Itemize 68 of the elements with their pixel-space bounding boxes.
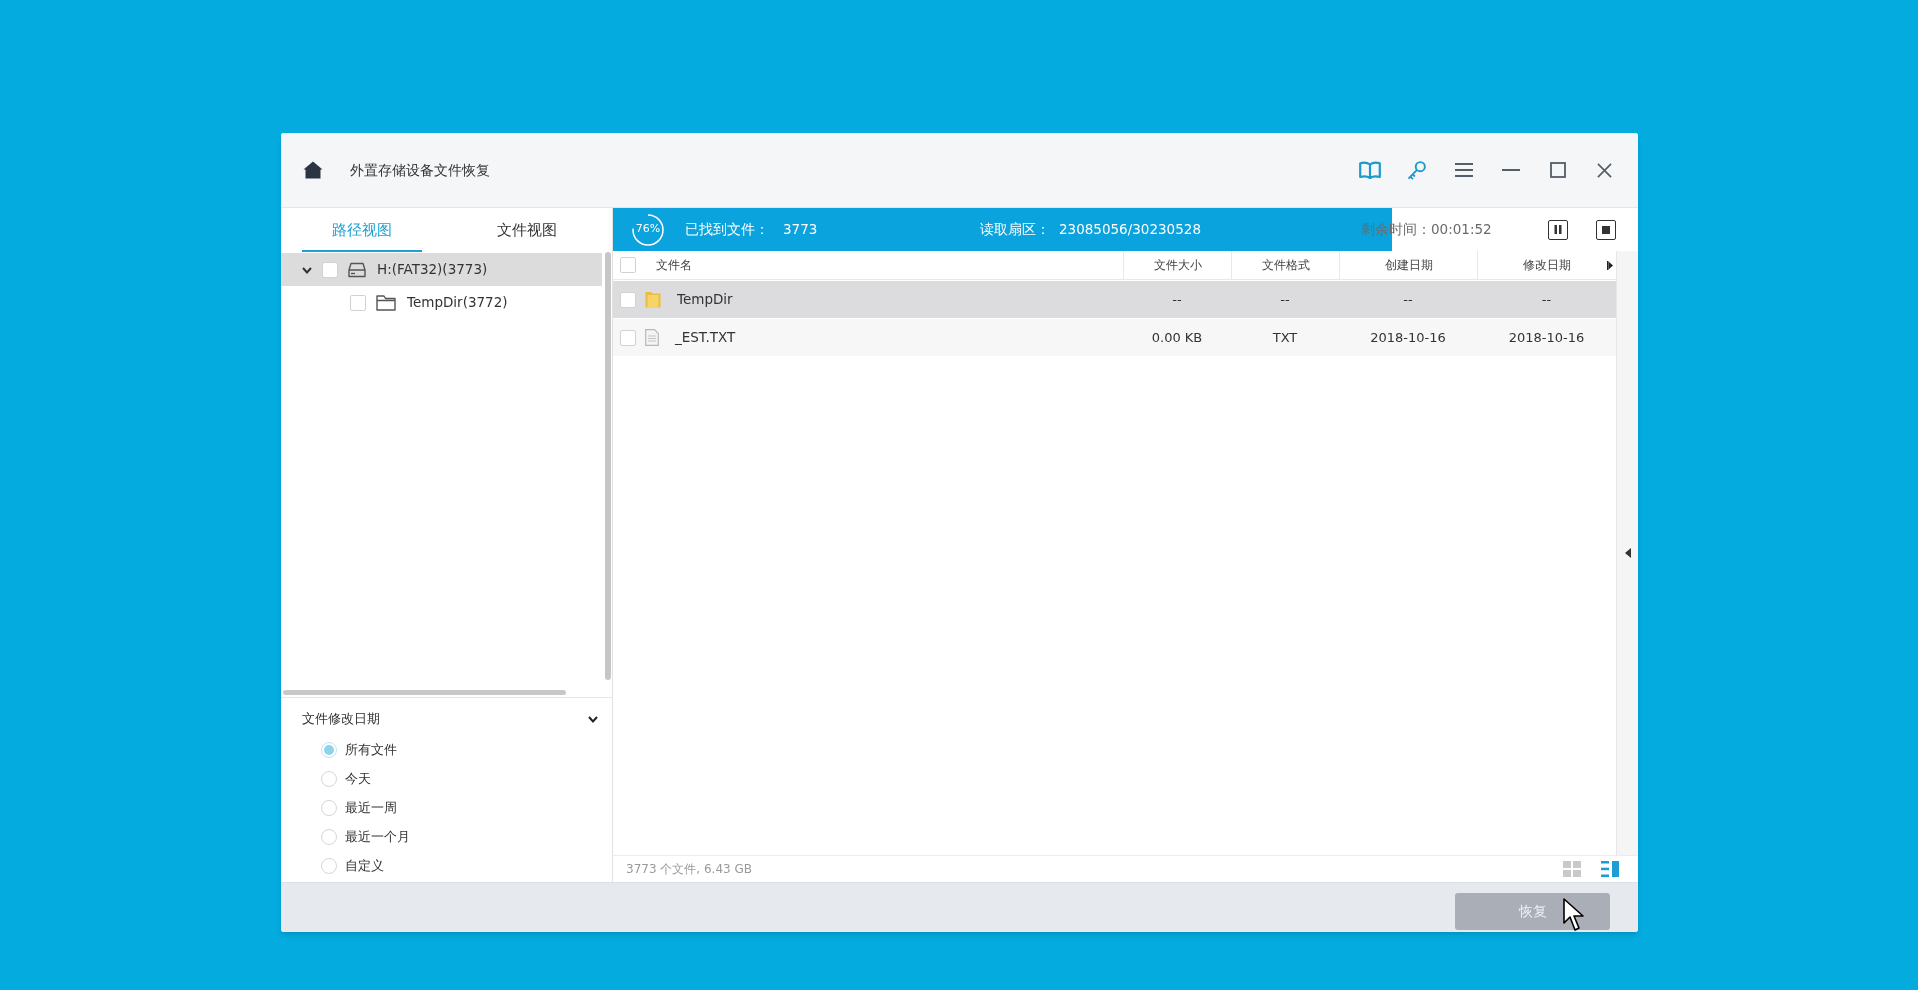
left-triangle-icon [1624, 548, 1631, 558]
key-icon[interactable] [1407, 160, 1426, 180]
radio-label: 今天 [345, 769, 371, 788]
sectors-count: 23085056/30230528 [1059, 220, 1201, 240]
horizontal-scrollbar[interactable] [283, 690, 566, 695]
table-cell-text: 2018-10-16 [1508, 328, 1585, 347]
column-header[interactable]: 文件名 [656, 256, 692, 274]
found-label: 已找到文件： [685, 220, 769, 240]
percent-label: 76% [635, 221, 661, 238]
filter-title: 文件修改日期 [302, 709, 380, 728]
column-header[interactable]: 创建日期 [1384, 256, 1433, 274]
cursor-icon [1563, 898, 1585, 932]
close-icon[interactable] [1597, 162, 1612, 178]
radio-button[interactable] [321, 828, 337, 845]
checkbox[interactable] [350, 294, 366, 311]
maximize-icon[interactable] [1549, 162, 1566, 178]
grid-view-icon[interactable] [1563, 861, 1581, 877]
table-cell-text: -- [1172, 290, 1182, 309]
file-name: TempDir [677, 290, 733, 310]
file-row[interactable]: _EST.TXT 0.00 KB TXT 2018-10-16 2018-10-16 [613, 319, 1616, 356]
tree-label: TempDir(3772) [407, 293, 508, 313]
column-header[interactable]: 修改日期 [1523, 256, 1571, 274]
chevron-icon[interactable] [588, 715, 598, 723]
stop-button[interactable] [1596, 219, 1616, 240]
radio-button[interactable] [321, 741, 337, 758]
table-cell-text: 0.00 KB [1151, 328, 1203, 347]
radio-button[interactable] [321, 770, 337, 787]
checkbox[interactable] [620, 329, 636, 346]
minimize-icon[interactable] [1501, 169, 1520, 171]
radio-label: 自定义 [345, 856, 384, 875]
found-count: 3773 [783, 220, 818, 240]
vertical-scrollbar[interactable] [605, 252, 611, 680]
folder-outline-icon [376, 294, 396, 311]
book-icon[interactable] [1358, 161, 1381, 179]
radio-label: 最近一周 [345, 798, 397, 817]
checkbox[interactable] [620, 291, 636, 308]
radio-label: 所有文件 [345, 740, 397, 759]
side-toggle-bar[interactable] [1616, 251, 1638, 855]
drive-icon [348, 261, 366, 278]
column-header[interactable]: 文件格式 [1261, 256, 1310, 274]
status-summary: 3773 个文件, 6.43 GB [626, 861, 753, 878]
radio-button[interactable] [321, 799, 337, 816]
list-view-icon[interactable] [1601, 861, 1619, 877]
radio-button[interactable] [321, 857, 337, 874]
table-cell-text: -- [1403, 290, 1413, 309]
table-cell-text: TXT [1272, 328, 1298, 347]
table-cell-text: 2018-10-16 [1370, 328, 1446, 347]
home-icon[interactable] [303, 161, 323, 179]
stop-icon [1602, 225, 1610, 234]
tree-item[interactable]: H:(FAT32)(3773) [281, 253, 602, 286]
checkbox[interactable] [322, 261, 338, 278]
sectors-label: 读取扇区： [980, 220, 1050, 240]
pause-icon [1554, 225, 1562, 234]
checkbox[interactable] [620, 257, 636, 273]
column-header[interactable]: 文件大小 [1153, 256, 1202, 274]
folder-icon [645, 291, 661, 308]
tree-label: H:(FAT32)(3773) [377, 260, 488, 280]
file-row[interactable]: TempDir -- -- -- -- [613, 281, 1616, 318]
table-cell-text: -- [1541, 290, 1552, 309]
file-name: _EST.TXT [675, 328, 736, 348]
table-cell-text: -- [1280, 290, 1290, 309]
tab[interactable]: 文件视图 [467, 208, 587, 252]
more-columns-icon[interactable] [1607, 261, 1613, 270]
document-icon [645, 329, 659, 346]
menu-icon[interactable] [1454, 163, 1473, 177]
radio-label: 最近一个月 [345, 827, 410, 846]
pause-button[interactable] [1548, 219, 1568, 240]
window-title: 外置存储设备文件恢复 [350, 160, 490, 180]
